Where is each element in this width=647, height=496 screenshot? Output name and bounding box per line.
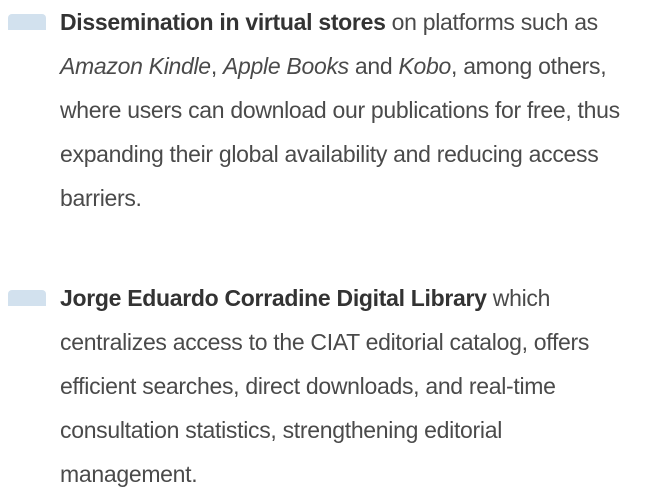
list-item-text: Dissemination in virtual stores on platf… xyxy=(60,0,645,220)
platform-name: Amazon Kindle xyxy=(60,53,211,79)
bullet-marker-icon xyxy=(8,290,46,306)
platform-name: Kobo xyxy=(398,53,452,79)
platform-name: Apple Books xyxy=(223,53,349,79)
list-item-body-part: and xyxy=(348,53,399,79)
list-item-heading: Jorge Eduardo Corradine Digital Library xyxy=(60,285,487,311)
list-item-body-part: , xyxy=(210,53,223,79)
bullet-marker-icon xyxy=(8,14,46,30)
list-item-body-part: on platforms such as xyxy=(385,9,599,35)
list-item-heading: Dissemination in virtual stores xyxy=(60,9,386,35)
list-item-body-part: which centralizes access to the CIAT edi… xyxy=(60,285,590,487)
list-item-text: Jorge Eduardo Corradine Digital Library … xyxy=(60,276,645,496)
